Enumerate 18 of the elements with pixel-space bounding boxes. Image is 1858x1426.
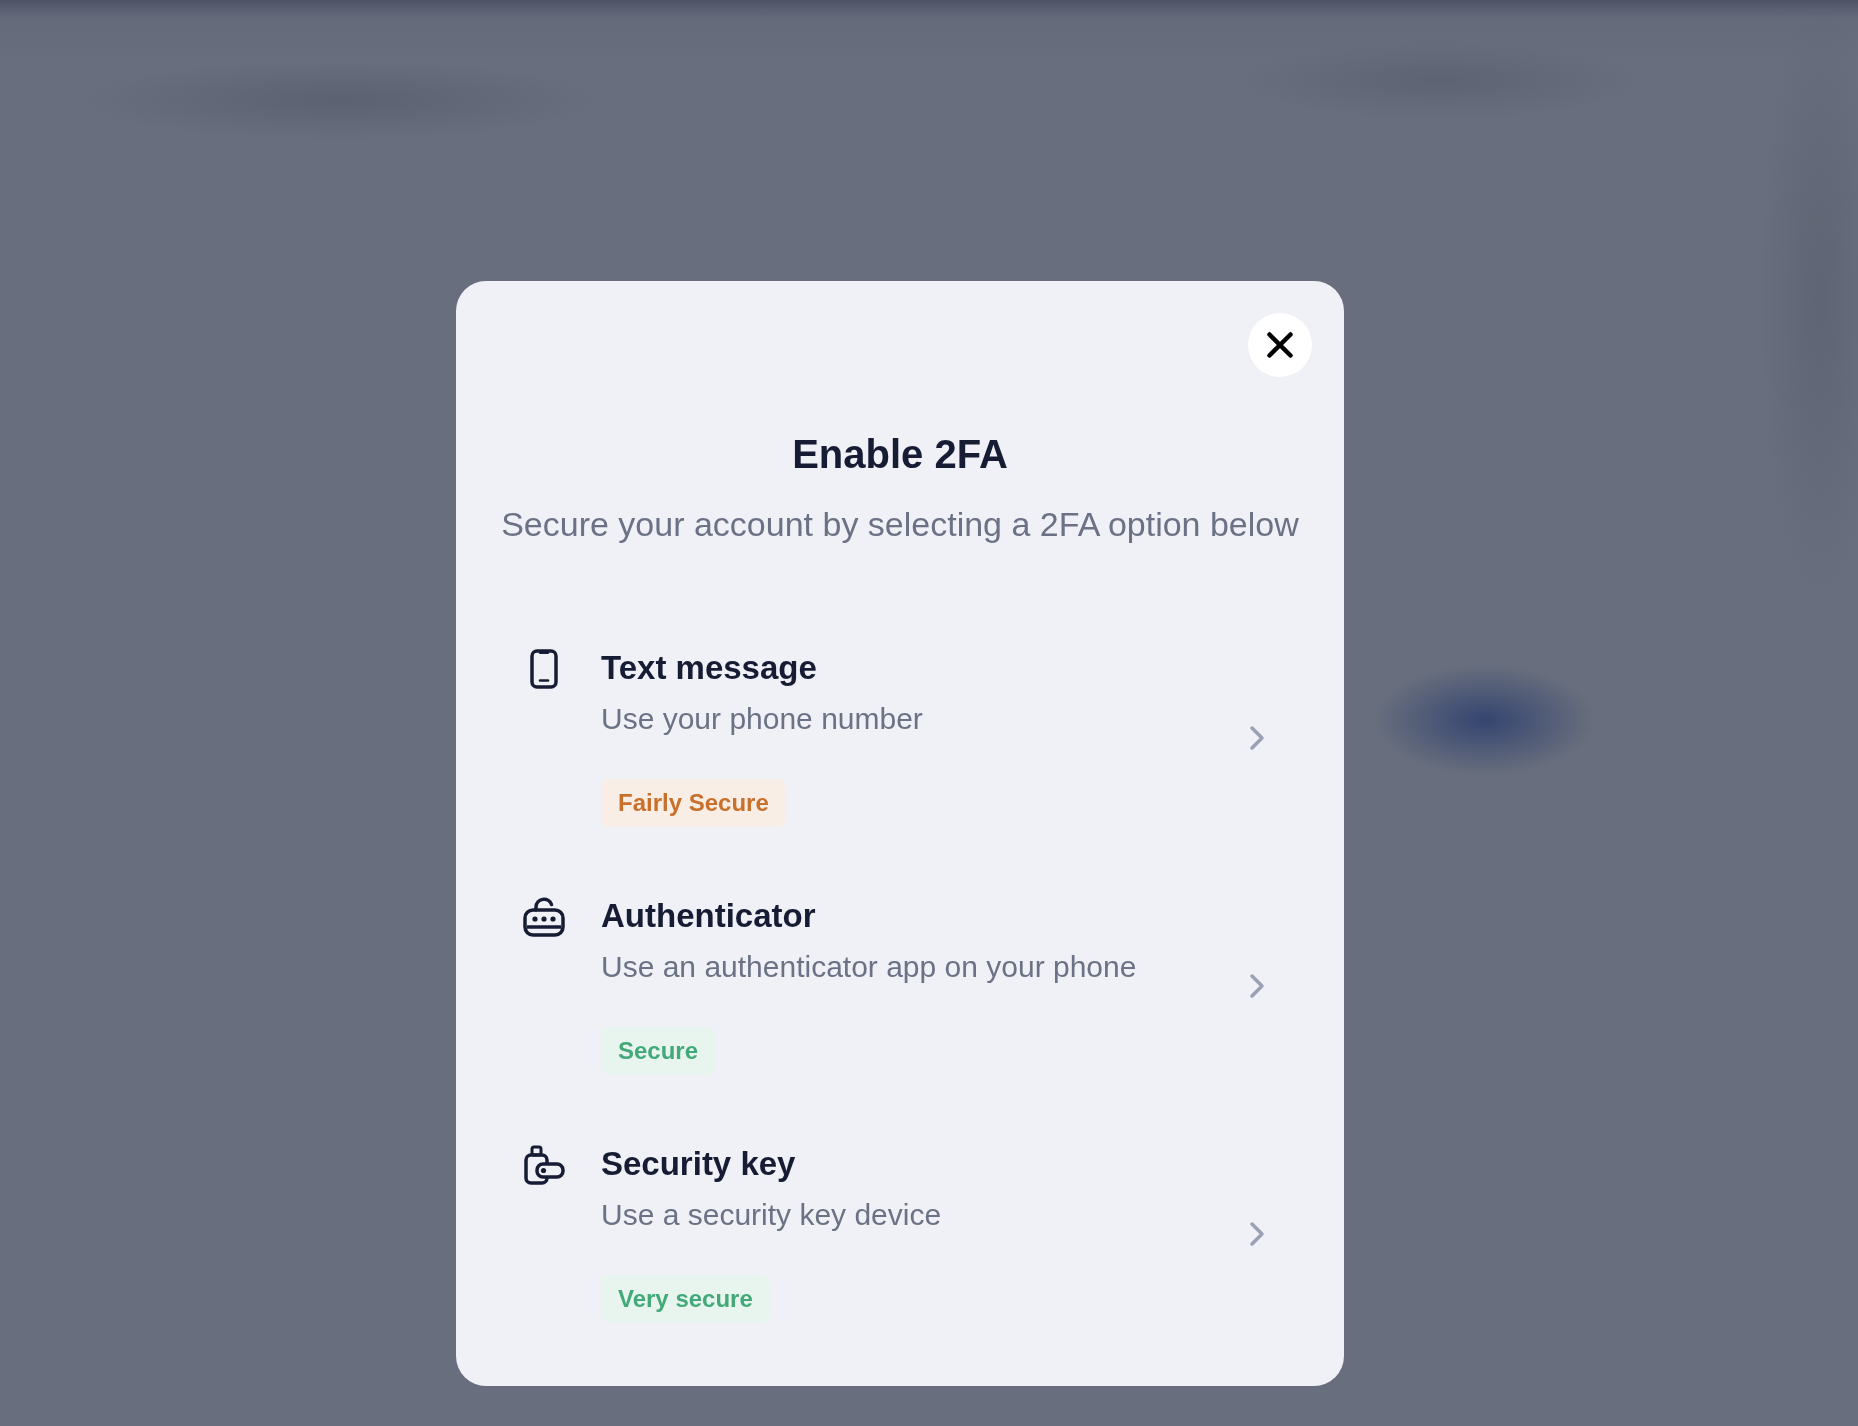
option-title: Authenticator: [601, 896, 816, 936]
close-icon: [1267, 332, 1293, 358]
security-level-tag: Secure: [601, 1027, 716, 1075]
chevron-right-icon[interactable]: [1249, 972, 1265, 999]
option-title: Text message: [601, 648, 817, 688]
usb-key-icon: [523, 1145, 565, 1185]
option-description: Use an authenticator app on your phone: [601, 949, 1137, 985]
dialog-subtitle: Secure your account by selecting a 2FA option below: [500, 504, 1300, 544]
chevron-right-icon[interactable]: [1249, 724, 1265, 751]
security-level-tag: Fairly Secure: [601, 779, 786, 827]
security-level-tag: Very secure: [601, 1275, 770, 1323]
option-description: Use a security key device: [601, 1197, 942, 1233]
dialog-title: Enable 2FA: [791, 431, 1009, 478]
chevron-right-icon[interactable]: [1249, 1220, 1265, 1247]
phone-icon: [530, 649, 558, 689]
option-description: Use your phone number: [601, 701, 923, 737]
lock-keypad-icon: [523, 897, 565, 937]
option-title: Security key: [601, 1144, 796, 1184]
